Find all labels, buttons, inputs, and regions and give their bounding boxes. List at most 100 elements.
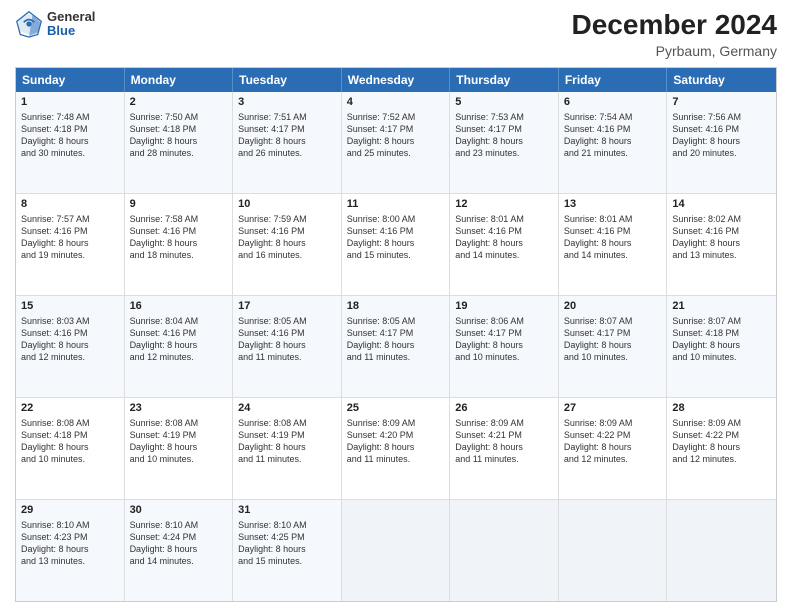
header-monday: Monday xyxy=(125,68,234,92)
calendar-cell: 8Sunrise: 7:57 AM Sunset: 4:16 PM Daylig… xyxy=(16,194,125,295)
calendar-cell: 31Sunrise: 8:10 AM Sunset: 4:25 PM Dayli… xyxy=(233,500,342,601)
day-number: 6 xyxy=(564,95,662,110)
day-number: 13 xyxy=(564,197,662,212)
day-info: Sunrise: 8:07 AM Sunset: 4:18 PM Dayligh… xyxy=(672,315,771,364)
day-number: 5 xyxy=(455,95,553,110)
calendar-cell xyxy=(450,500,559,601)
day-number: 30 xyxy=(130,503,228,518)
logo-general: General xyxy=(47,10,95,24)
calendar-cell: 27Sunrise: 8:09 AM Sunset: 4:22 PM Dayli… xyxy=(559,398,668,499)
calendar-cell: 24Sunrise: 8:08 AM Sunset: 4:19 PM Dayli… xyxy=(233,398,342,499)
calendar: Sunday Monday Tuesday Wednesday Thursday… xyxy=(15,67,777,602)
day-info: Sunrise: 8:04 AM Sunset: 4:16 PM Dayligh… xyxy=(130,315,228,364)
header-tuesday: Tuesday xyxy=(233,68,342,92)
calendar-cell: 28Sunrise: 8:09 AM Sunset: 4:22 PM Dayli… xyxy=(667,398,776,499)
calendar-row: 29Sunrise: 8:10 AM Sunset: 4:23 PM Dayli… xyxy=(16,499,776,601)
day-number: 27 xyxy=(564,401,662,416)
day-info: Sunrise: 8:08 AM Sunset: 4:18 PM Dayligh… xyxy=(21,417,119,466)
day-number: 18 xyxy=(347,299,445,314)
header-saturday: Saturday xyxy=(667,68,776,92)
day-info: Sunrise: 8:09 AM Sunset: 4:21 PM Dayligh… xyxy=(455,417,553,466)
day-number: 20 xyxy=(564,299,662,314)
calendar-cell: 5Sunrise: 7:53 AM Sunset: 4:17 PM Daylig… xyxy=(450,92,559,193)
logo-blue: Blue xyxy=(47,24,95,38)
day-number: 2 xyxy=(130,95,228,110)
calendar-cell: 1Sunrise: 7:48 AM Sunset: 4:18 PM Daylig… xyxy=(16,92,125,193)
day-number: 24 xyxy=(238,401,336,416)
calendar-cell: 29Sunrise: 8:10 AM Sunset: 4:23 PM Dayli… xyxy=(16,500,125,601)
header-wednesday: Wednesday xyxy=(342,68,451,92)
calendar-row: 15Sunrise: 8:03 AM Sunset: 4:16 PM Dayli… xyxy=(16,295,776,397)
header: General Blue December 2024 Pyrbaum, Germ… xyxy=(15,10,777,59)
generalblue-logo-icon xyxy=(15,10,43,38)
day-info: Sunrise: 8:05 AM Sunset: 4:16 PM Dayligh… xyxy=(238,315,336,364)
calendar-row: 22Sunrise: 8:08 AM Sunset: 4:18 PM Dayli… xyxy=(16,397,776,499)
calendar-cell xyxy=(667,500,776,601)
header-thursday: Thursday xyxy=(450,68,559,92)
calendar-body: 1Sunrise: 7:48 AM Sunset: 4:18 PM Daylig… xyxy=(16,92,776,601)
calendar-cell: 11Sunrise: 8:00 AM Sunset: 4:16 PM Dayli… xyxy=(342,194,451,295)
day-info: Sunrise: 7:54 AM Sunset: 4:16 PM Dayligh… xyxy=(564,111,662,160)
day-info: Sunrise: 7:48 AM Sunset: 4:18 PM Dayligh… xyxy=(21,111,119,160)
calendar-cell xyxy=(342,500,451,601)
day-number: 29 xyxy=(21,503,119,518)
calendar-cell: 7Sunrise: 7:56 AM Sunset: 4:16 PM Daylig… xyxy=(667,92,776,193)
day-number: 16 xyxy=(130,299,228,314)
location: Pyrbaum, Germany xyxy=(572,43,777,59)
day-number: 31 xyxy=(238,503,336,518)
day-info: Sunrise: 8:02 AM Sunset: 4:16 PM Dayligh… xyxy=(672,213,771,262)
day-number: 19 xyxy=(455,299,553,314)
day-info: Sunrise: 8:01 AM Sunset: 4:16 PM Dayligh… xyxy=(564,213,662,262)
day-info: Sunrise: 7:59 AM Sunset: 4:16 PM Dayligh… xyxy=(238,213,336,262)
day-info: Sunrise: 8:10 AM Sunset: 4:23 PM Dayligh… xyxy=(21,519,119,568)
day-number: 1 xyxy=(21,95,119,110)
day-number: 28 xyxy=(672,401,771,416)
day-info: Sunrise: 8:00 AM Sunset: 4:16 PM Dayligh… xyxy=(347,213,445,262)
day-info: Sunrise: 8:09 AM Sunset: 4:22 PM Dayligh… xyxy=(564,417,662,466)
month-title: December 2024 xyxy=(572,10,777,41)
calendar-cell: 16Sunrise: 8:04 AM Sunset: 4:16 PM Dayli… xyxy=(125,296,234,397)
day-number: 21 xyxy=(672,299,771,314)
calendar-cell xyxy=(559,500,668,601)
day-number: 14 xyxy=(672,197,771,212)
calendar-cell: 2Sunrise: 7:50 AM Sunset: 4:18 PM Daylig… xyxy=(125,92,234,193)
day-info: Sunrise: 7:53 AM Sunset: 4:17 PM Dayligh… xyxy=(455,111,553,160)
calendar-row: 8Sunrise: 7:57 AM Sunset: 4:16 PM Daylig… xyxy=(16,193,776,295)
day-number: 7 xyxy=(672,95,771,110)
header-friday: Friday xyxy=(559,68,668,92)
day-info: Sunrise: 7:58 AM Sunset: 4:16 PM Dayligh… xyxy=(130,213,228,262)
calendar-cell: 21Sunrise: 8:07 AM Sunset: 4:18 PM Dayli… xyxy=(667,296,776,397)
calendar-cell: 12Sunrise: 8:01 AM Sunset: 4:16 PM Dayli… xyxy=(450,194,559,295)
day-info: Sunrise: 8:08 AM Sunset: 4:19 PM Dayligh… xyxy=(238,417,336,466)
day-number: 4 xyxy=(347,95,445,110)
calendar-cell: 19Sunrise: 8:06 AM Sunset: 4:17 PM Dayli… xyxy=(450,296,559,397)
day-number: 17 xyxy=(238,299,336,314)
calendar-cell: 14Sunrise: 8:02 AM Sunset: 4:16 PM Dayli… xyxy=(667,194,776,295)
calendar-cell: 17Sunrise: 8:05 AM Sunset: 4:16 PM Dayli… xyxy=(233,296,342,397)
page: General Blue December 2024 Pyrbaum, Germ… xyxy=(0,0,792,612)
title-block: December 2024 Pyrbaum, Germany xyxy=(572,10,777,59)
day-number: 10 xyxy=(238,197,336,212)
day-info: Sunrise: 8:10 AM Sunset: 4:25 PM Dayligh… xyxy=(238,519,336,568)
calendar-cell: 6Sunrise: 7:54 AM Sunset: 4:16 PM Daylig… xyxy=(559,92,668,193)
day-info: Sunrise: 7:52 AM Sunset: 4:17 PM Dayligh… xyxy=(347,111,445,160)
day-info: Sunrise: 8:05 AM Sunset: 4:17 PM Dayligh… xyxy=(347,315,445,364)
calendar-cell: 20Sunrise: 8:07 AM Sunset: 4:17 PM Dayli… xyxy=(559,296,668,397)
day-info: Sunrise: 7:51 AM Sunset: 4:17 PM Dayligh… xyxy=(238,111,336,160)
calendar-cell: 26Sunrise: 8:09 AM Sunset: 4:21 PM Dayli… xyxy=(450,398,559,499)
logo-text: General Blue xyxy=(47,10,95,39)
day-info: Sunrise: 8:06 AM Sunset: 4:17 PM Dayligh… xyxy=(455,315,553,364)
header-sunday: Sunday xyxy=(16,68,125,92)
day-number: 8 xyxy=(21,197,119,212)
day-number: 23 xyxy=(130,401,228,416)
calendar-cell: 10Sunrise: 7:59 AM Sunset: 4:16 PM Dayli… xyxy=(233,194,342,295)
calendar-header: Sunday Monday Tuesday Wednesday Thursday… xyxy=(16,68,776,92)
day-number: 9 xyxy=(130,197,228,212)
day-info: Sunrise: 8:08 AM Sunset: 4:19 PM Dayligh… xyxy=(130,417,228,466)
calendar-cell: 13Sunrise: 8:01 AM Sunset: 4:16 PM Dayli… xyxy=(559,194,668,295)
logo: General Blue xyxy=(15,10,95,39)
day-number: 3 xyxy=(238,95,336,110)
calendar-cell: 15Sunrise: 8:03 AM Sunset: 4:16 PM Dayli… xyxy=(16,296,125,397)
calendar-row: 1Sunrise: 7:48 AM Sunset: 4:18 PM Daylig… xyxy=(16,92,776,193)
day-info: Sunrise: 7:56 AM Sunset: 4:16 PM Dayligh… xyxy=(672,111,771,160)
